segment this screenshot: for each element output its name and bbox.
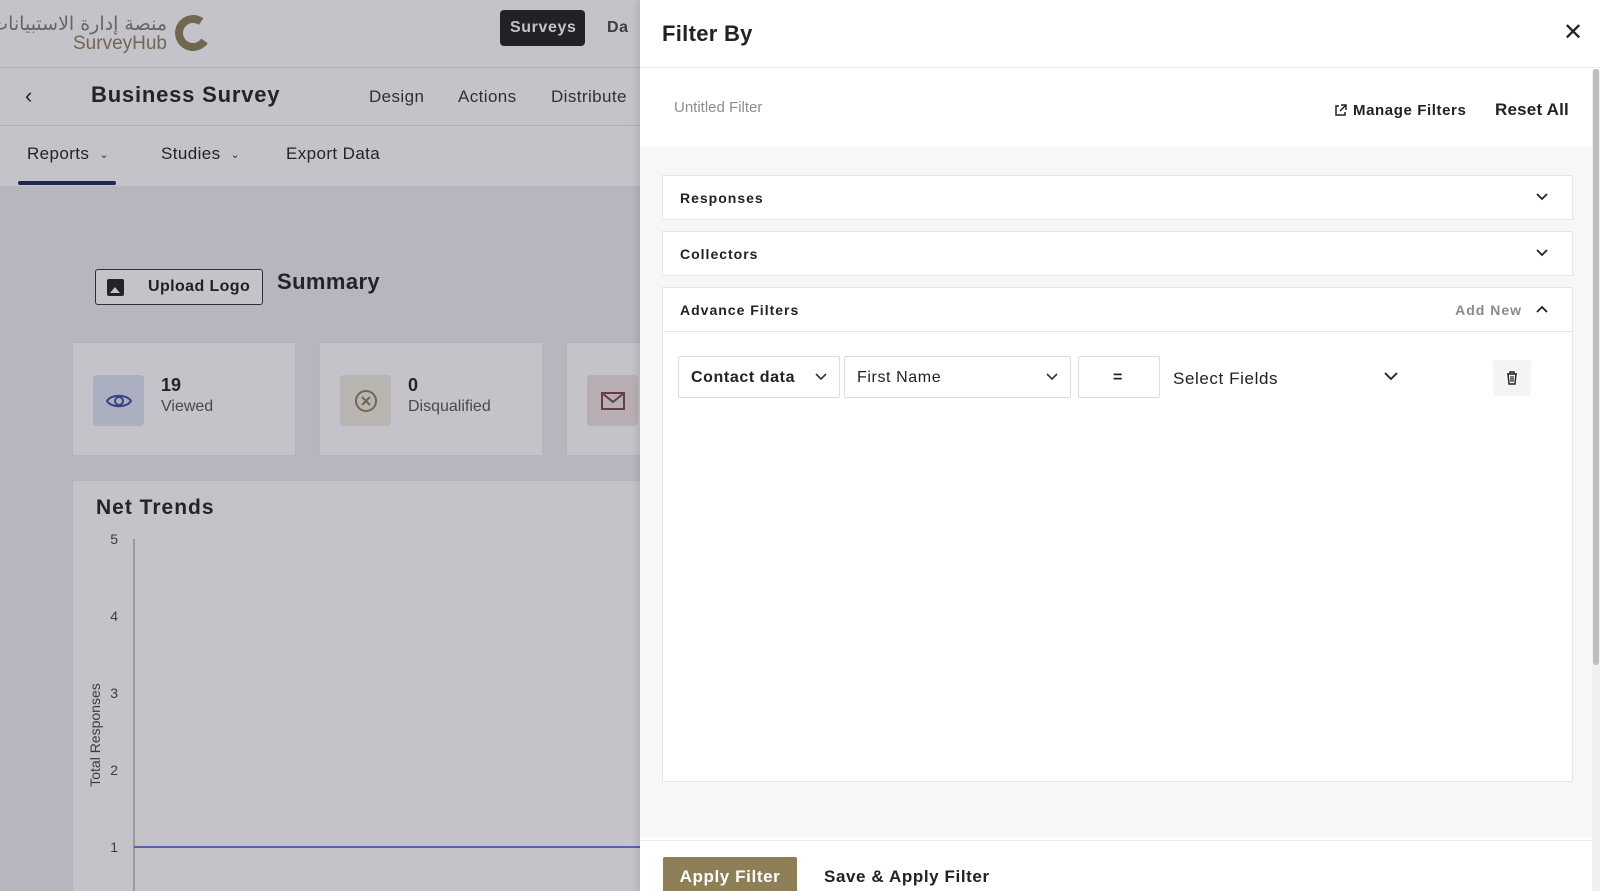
filter-name-input[interactable]: Untitled Filter bbox=[674, 99, 762, 116]
contact-data-select[interactable]: Contact data bbox=[678, 356, 840, 398]
select-value: Select Fields bbox=[1173, 369, 1279, 388]
modal-overlay[interactable] bbox=[0, 0, 640, 891]
filter-panel-title: Filter By bbox=[662, 21, 753, 46]
filter-panel-header: Filter By ✕ bbox=[640, 0, 1600, 68]
select-value: Contact data bbox=[691, 369, 796, 386]
apply-filter-button[interactable]: Apply Filter bbox=[663, 857, 797, 891]
filter-footer: Apply Filter Save & Apply Filter bbox=[640, 840, 1592, 891]
delete-rule-button[interactable] bbox=[1493, 360, 1531, 396]
filter-panel: Filter By ✕ Untitled Filter Manage Filte… bbox=[640, 0, 1600, 891]
chevron-up-icon bbox=[1534, 301, 1550, 317]
chevron-down-icon bbox=[1044, 369, 1060, 385]
filter-body: Responses Collectors Advance Filters Add… bbox=[640, 147, 1592, 837]
chevron-down-icon bbox=[1534, 189, 1550, 205]
manage-filters-label: Manage Filters bbox=[1353, 102, 1467, 119]
operator-select[interactable]: = bbox=[1078, 356, 1160, 398]
trash-icon bbox=[1507, 371, 1517, 385]
chevron-down-icon bbox=[813, 369, 829, 385]
accordion-label: Collectors bbox=[680, 246, 759, 262]
select-value: First Name bbox=[857, 369, 942, 386]
accordion-label: Responses bbox=[680, 190, 764, 206]
close-icon[interactable]: ✕ bbox=[1562, 21, 1584, 45]
value-select[interactable]: Select Fields bbox=[1160, 356, 1410, 398]
accordion-responses[interactable]: Responses bbox=[662, 175, 1573, 220]
accordion-label: Advance Filters bbox=[680, 302, 800, 318]
advance-filters-body: Contact data First Name = Select Fields bbox=[662, 332, 1573, 782]
accordion-advance-filters[interactable]: Advance Filters Add New bbox=[662, 287, 1573, 332]
save-and-apply-button[interactable]: Save & Apply Filter bbox=[824, 867, 990, 887]
operator-value: = bbox=[1113, 369, 1123, 386]
panel-scrollbar[interactable] bbox=[1592, 69, 1600, 891]
reset-all-button[interactable]: Reset All bbox=[1495, 100, 1569, 120]
chevron-down-icon bbox=[1534, 245, 1550, 261]
manage-filters-link[interactable]: Manage Filters bbox=[1334, 102, 1466, 119]
filter-name-row: Untitled Filter Manage Filters Reset All bbox=[640, 69, 1592, 147]
add-new-button[interactable]: Add New bbox=[1455, 302, 1522, 318]
field-select[interactable]: First Name bbox=[844, 356, 1071, 398]
scrollbar-thumb[interactable] bbox=[1593, 69, 1599, 665]
external-link-icon bbox=[1335, 104, 1347, 116]
accordion-collectors[interactable]: Collectors bbox=[662, 231, 1573, 276]
chevron-down-icon bbox=[1383, 369, 1399, 385]
